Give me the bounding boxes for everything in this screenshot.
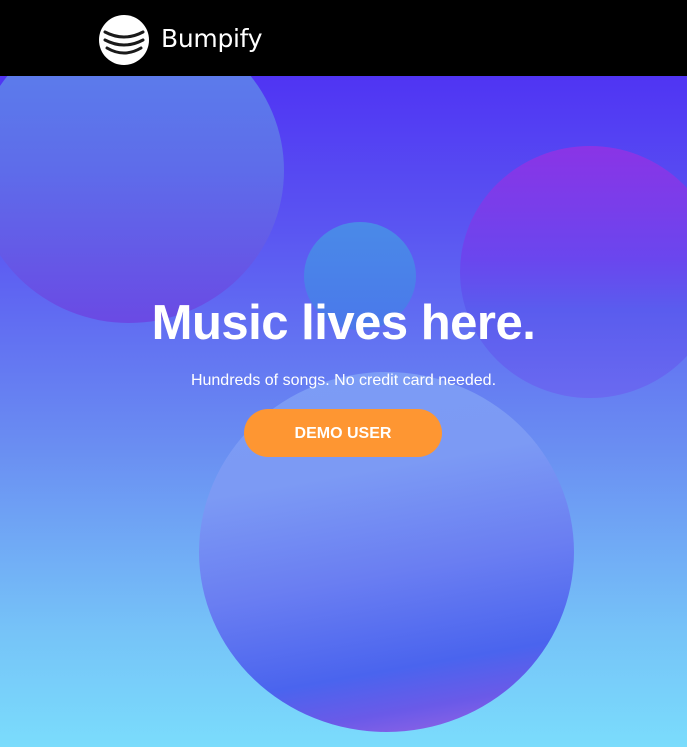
decorative-circle-right: [460, 146, 687, 398]
demo-user-button[interactable]: DEMO USER: [244, 409, 442, 457]
hero-subheadline: Hundreds of songs. No credit card needed…: [190, 372, 497, 389]
brand-name[interactable]: Bumpify: [161, 24, 263, 54]
landing-page: Bumpify Music lives here. Hundreds of so…: [0, 0, 687, 747]
hero-headline: Music lives here.: [151, 296, 536, 350]
stacked-waves-icon[interactable]: [99, 15, 149, 65]
top-navigation-bar: Bumpify: [0, 0, 687, 76]
